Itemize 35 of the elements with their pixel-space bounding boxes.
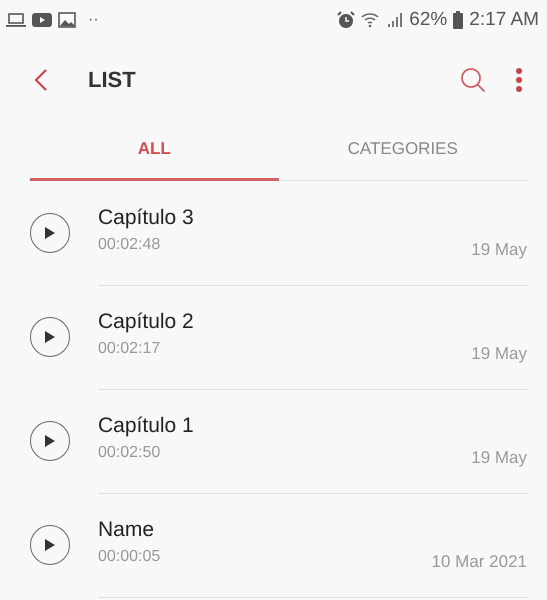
battery-percentage: 62%	[409, 9, 448, 31]
play-button[interactable]	[30, 317, 70, 357]
recording-duration: 00:02:50	[98, 444, 160, 462]
recording-date: 19 May	[471, 240, 527, 260]
page-title: LIST	[88, 67, 137, 93]
recording-duration: 00:02:17	[98, 340, 160, 358]
alarm-clock-icon	[337, 11, 356, 29]
recording-date: 19 May	[471, 448, 527, 468]
play-button[interactable]	[30, 213, 70, 253]
play-icon	[44, 226, 56, 240]
play-icon	[44, 330, 56, 344]
play-button[interactable]	[30, 525, 70, 565]
recording-name: Capítulo 1	[98, 414, 195, 438]
image-icon	[58, 12, 76, 28]
play-icon	[44, 538, 56, 552]
battery-icon	[453, 11, 464, 29]
laptop-icon	[6, 13, 26, 27]
more-notifications-indicator: ··	[88, 11, 99, 29]
recording-name: Name	[98, 518, 156, 542]
play-icon	[44, 434, 56, 448]
play-button[interactable]	[30, 421, 70, 461]
recording-duration: 00:02:48	[98, 236, 160, 254]
search-icon	[459, 66, 487, 94]
clock-time: 2:17 AM	[469, 9, 539, 31]
tab[interactable]: ALL	[30, 120, 278, 181]
recording-name: Capítulo 3	[98, 206, 195, 230]
recording-date: 10 Mar 2021	[432, 552, 527, 572]
more-vertical-icon	[515, 67, 523, 93]
signal-icon	[387, 12, 404, 28]
back-icon	[34, 68, 48, 92]
video-play-icon	[32, 13, 52, 27]
recording-date: 19 May	[471, 344, 527, 364]
recording-name: Capítulo 2	[98, 310, 195, 334]
recording-duration: 00:00:05	[98, 548, 160, 566]
tab[interactable]: CATEGORIES	[278, 120, 527, 181]
